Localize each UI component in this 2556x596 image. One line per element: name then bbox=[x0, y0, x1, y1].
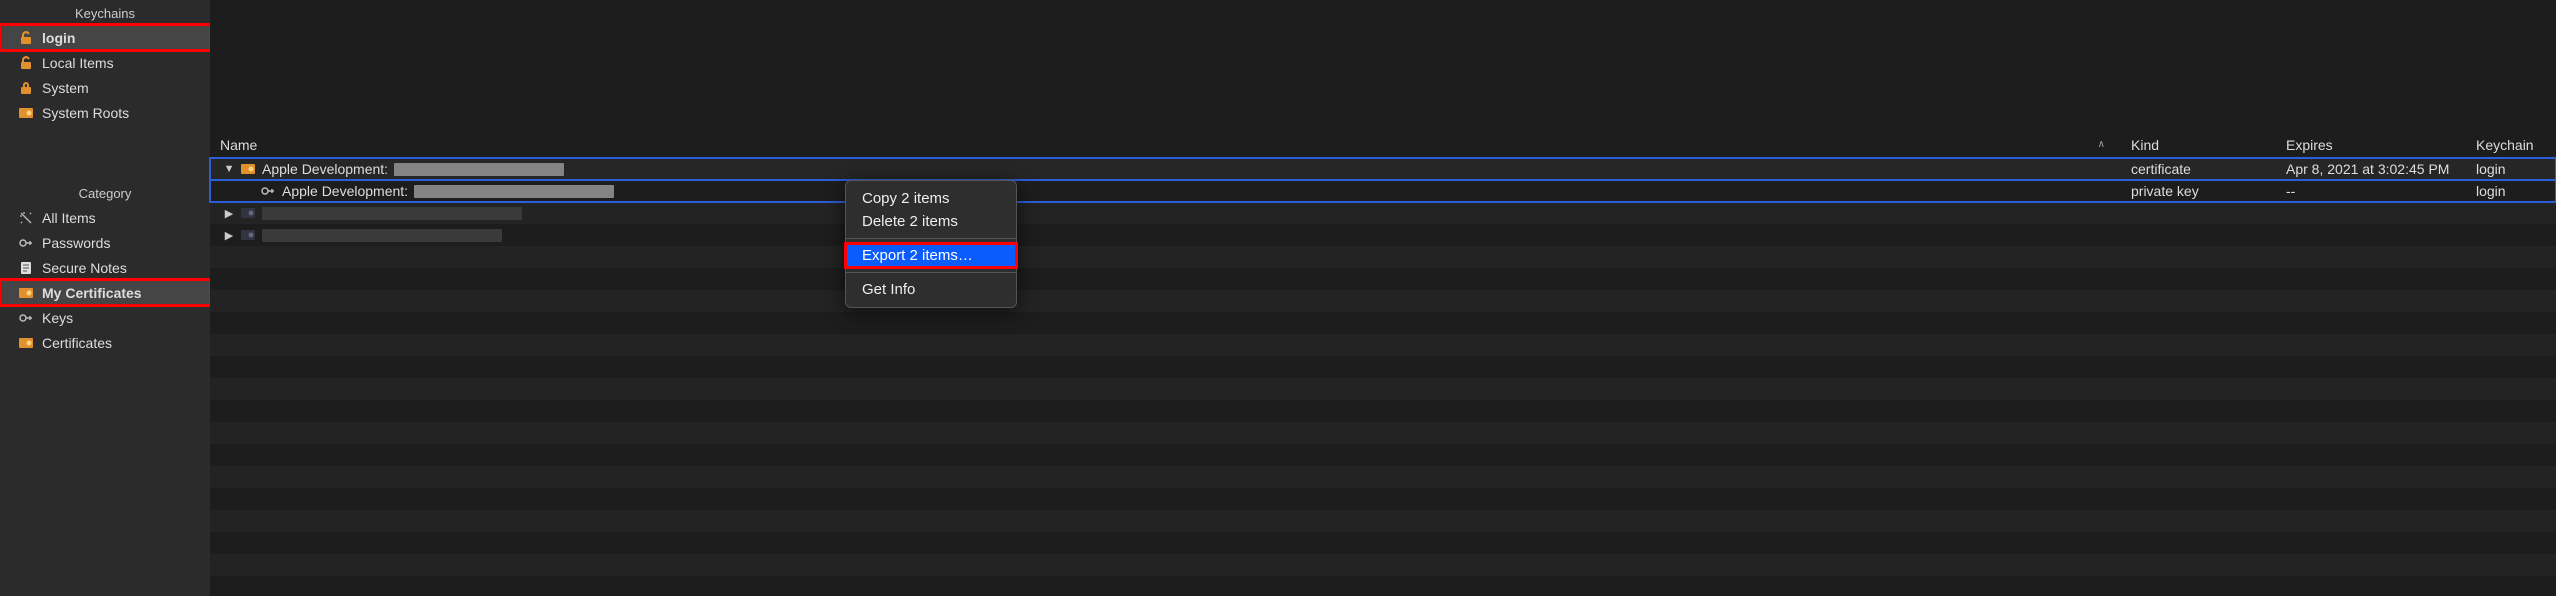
table-row bbox=[210, 246, 2556, 268]
table-row bbox=[210, 532, 2556, 554]
keychain-system[interactable]: System bbox=[0, 75, 210, 100]
category-all-items-label: All Items bbox=[42, 210, 96, 226]
category-passwords-label: Passwords bbox=[42, 235, 110, 251]
disclosure-triangle-icon[interactable]: ▶ bbox=[224, 207, 234, 220]
certificate-icon bbox=[18, 105, 34, 121]
sidebar-spacer bbox=[0, 125, 210, 180]
table-header: Name ∧ Kind Expires Keychain bbox=[210, 132, 2556, 158]
unlock-icon bbox=[18, 30, 34, 46]
table-row[interactable]: Apple Development: private key -- login bbox=[210, 180, 2556, 202]
category-my-certificates[interactable]: My Certificates bbox=[0, 280, 210, 305]
table-body: ▼ Apple Development: certificate Apr 8, … bbox=[210, 158, 2556, 576]
table-row bbox=[210, 400, 2556, 422]
table-row[interactable]: ▶ bbox=[210, 224, 2556, 246]
category-all-items[interactable]: All Items bbox=[0, 205, 210, 230]
disclosure-triangle-icon[interactable]: ▼ bbox=[224, 163, 234, 175]
keychain-access-window: Keychains login Local Items System Syste… bbox=[0, 0, 2556, 596]
category-my-certificates-label: My Certificates bbox=[42, 285, 142, 301]
certificate-icon bbox=[240, 227, 256, 243]
unlock-icon bbox=[18, 55, 34, 71]
row-expires: Apr 8, 2021 at 3:02:45 PM bbox=[2276, 161, 2466, 177]
certificate-icon bbox=[18, 285, 34, 301]
category-certificates[interactable]: Certificates bbox=[0, 330, 210, 355]
lock-icon bbox=[18, 80, 34, 96]
table-row[interactable]: ▶ bbox=[210, 202, 2556, 224]
column-name[interactable]: Name ∧ bbox=[210, 137, 2121, 153]
category-keys[interactable]: Keys bbox=[0, 305, 210, 330]
redacted-text bbox=[414, 185, 614, 198]
table-row[interactable]: ▼ Apple Development: certificate Apr 8, … bbox=[210, 158, 2556, 180]
sort-indicator-icon: ∧ bbox=[2098, 139, 2105, 150]
table-row bbox=[210, 466, 2556, 488]
table-row bbox=[210, 554, 2556, 576]
table-row bbox=[210, 268, 2556, 290]
ctx-copy[interactable]: Copy 2 items bbox=[846, 187, 1016, 210]
row-name: Apple Development: bbox=[262, 161, 388, 177]
row-name: Apple Development: bbox=[282, 183, 408, 199]
row-expires: -- bbox=[2276, 183, 2466, 199]
redacted-text bbox=[262, 207, 522, 220]
category-header: Category bbox=[0, 180, 210, 205]
keychain-local-items-label: Local Items bbox=[42, 55, 114, 71]
keychain-system-label: System bbox=[42, 80, 89, 96]
column-keychain[interactable]: Keychain bbox=[2466, 137, 2556, 153]
column-name-label: Name bbox=[220, 137, 257, 153]
table-row bbox=[210, 422, 2556, 444]
main-panel: Name ∧ Kind Expires Keychain ▼ Apple Dev… bbox=[210, 0, 2556, 596]
row-keychain: login bbox=[2466, 161, 2556, 177]
table-row bbox=[210, 444, 2556, 466]
table-row bbox=[210, 312, 2556, 334]
ctx-separator bbox=[846, 238, 1016, 239]
wand-icon bbox=[18, 210, 34, 226]
keychain-local-items[interactable]: Local Items bbox=[0, 50, 210, 75]
table-row bbox=[210, 488, 2556, 510]
note-icon bbox=[18, 260, 34, 276]
keychains-header: Keychains bbox=[0, 0, 210, 25]
table-row bbox=[210, 334, 2556, 356]
redacted-text bbox=[262, 229, 502, 242]
keychain-system-roots[interactable]: System Roots bbox=[0, 100, 210, 125]
disclosure-triangle-icon[interactable]: ▶ bbox=[224, 229, 234, 242]
certificate-icon bbox=[240, 205, 256, 221]
category-certificates-label: Certificates bbox=[42, 335, 112, 351]
category-keys-label: Keys bbox=[42, 310, 73, 326]
keychain-login[interactable]: login bbox=[0, 25, 210, 50]
table-row bbox=[210, 510, 2556, 532]
context-menu: Copy 2 items Delete 2 items Export 2 ite… bbox=[845, 180, 1017, 308]
sidebar: Keychains login Local Items System Syste… bbox=[0, 0, 210, 596]
row-kind: certificate bbox=[2121, 161, 2276, 177]
table-row bbox=[210, 378, 2556, 400]
ctx-delete[interactable]: Delete 2 items bbox=[846, 210, 1016, 233]
column-kind[interactable]: Kind bbox=[2121, 137, 2276, 153]
category-passwords[interactable]: Passwords bbox=[0, 230, 210, 255]
ctx-get-info[interactable]: Get Info bbox=[846, 278, 1016, 301]
ctx-separator bbox=[846, 272, 1016, 273]
key-icon bbox=[18, 310, 34, 326]
row-kind: private key bbox=[2121, 183, 2276, 199]
key-icon bbox=[260, 183, 276, 199]
column-expires[interactable]: Expires bbox=[2276, 137, 2466, 153]
ctx-export[interactable]: Export 2 items… bbox=[846, 244, 1016, 267]
table-row bbox=[210, 356, 2556, 378]
key-icon bbox=[18, 235, 34, 251]
keychain-login-label: login bbox=[42, 30, 75, 46]
certificate-icon bbox=[240, 161, 256, 177]
category-secure-notes[interactable]: Secure Notes bbox=[0, 255, 210, 280]
row-keychain: login bbox=[2466, 183, 2556, 199]
redacted-text bbox=[394, 163, 564, 176]
certificate-icon bbox=[18, 335, 34, 351]
keychain-system-roots-label: System Roots bbox=[42, 105, 129, 121]
table-row bbox=[210, 290, 2556, 312]
category-secure-notes-label: Secure Notes bbox=[42, 260, 127, 276]
